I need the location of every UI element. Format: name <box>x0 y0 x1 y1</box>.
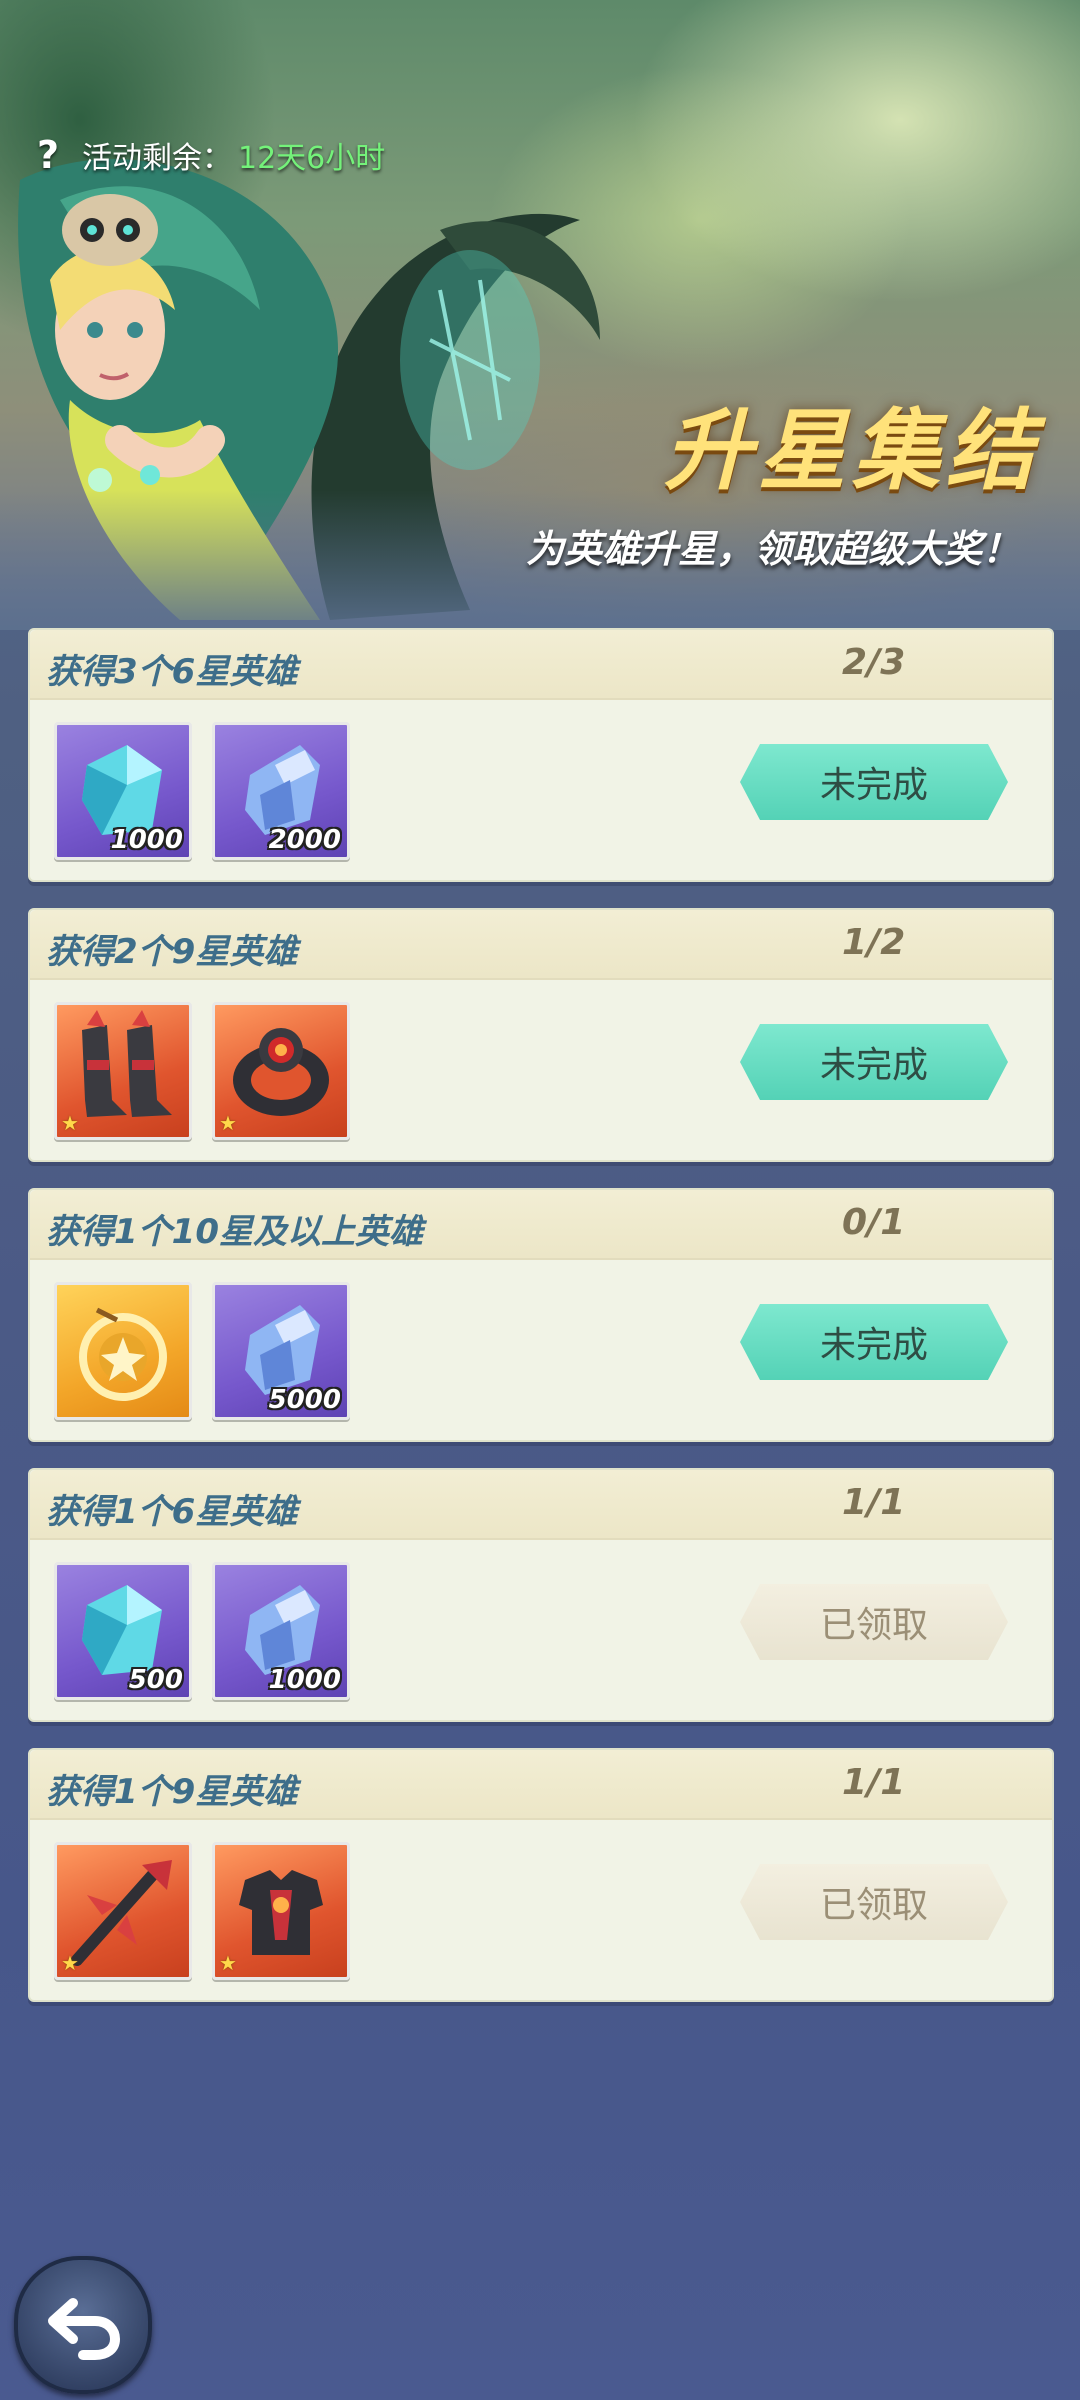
star-icon: ★ <box>219 1951 237 1975</box>
reward-list: ★ ★ <box>54 1002 350 1140</box>
timer-value: 12天6小时 <box>238 141 386 176</box>
event-timer: ? 活动剩余： 12天6小时 <box>28 132 385 178</box>
task-header: 获得1个6星英雄 1/1 <box>30 1470 1052 1540</box>
task-list: 获得3个6星英雄 2/3 1000 2000 未完成 获得2个9星英雄 1/2 … <box>28 628 1054 2028</box>
golden-amulet-icon[interactable] <box>54 1282 192 1420</box>
task-title: 获得1个6星英雄 <box>46 1492 298 1532</box>
event-title: 升星集结 <box>663 399 1040 502</box>
reward-quantity: 500 <box>128 1665 183 1695</box>
red-weapon-icon[interactable]: ★ <box>54 1842 192 1980</box>
reward-list: ★ ★ <box>54 1842 350 1980</box>
task-header: 获得1个9星英雄 1/1 <box>30 1750 1052 1820</box>
task-status-button[interactable]: 未完成 <box>740 1304 1008 1380</box>
task-progress: 0/1 <box>842 1202 906 1243</box>
crystal-shard-icon[interactable]: 2000 <box>212 722 350 860</box>
reward-quantity: 1000 <box>110 825 183 855</box>
red-boots-icon[interactable]: ★ <box>54 1002 192 1140</box>
task-title: 获得1个10星及以上英雄 <box>46 1212 423 1252</box>
back-arrow-icon <box>48 2298 121 2360</box>
task-status-button[interactable]: 已领取 <box>740 1584 1008 1660</box>
task-progress: 1/2 <box>842 922 906 963</box>
back-button[interactable] <box>14 2256 152 2394</box>
task-header: 获得3个6星英雄 2/3 <box>30 630 1052 700</box>
reward-quantity: 1000 <box>268 1665 341 1695</box>
task-title: 获得2个9星英雄 <box>46 932 298 972</box>
star-icon: ★ <box>219 1111 237 1135</box>
task-header: 获得1个10星及以上英雄 0/1 <box>30 1190 1052 1260</box>
star-icon: ★ <box>61 1111 79 1135</box>
crystal-shard-icon[interactable]: 5000 <box>212 1282 350 1420</box>
event-banner: ? 活动剩余： 12天6小时 升星集结 为英雄升星，领取超级大奖！ <box>0 0 1080 630</box>
dark-ring-icon[interactable]: ★ <box>212 1002 350 1140</box>
reward-quantity: 2000 <box>268 825 341 855</box>
task-card: 获得2个9星英雄 1/2 ★ ★ 未完成 <box>28 908 1054 1162</box>
reward-list: 500 1000 <box>54 1562 350 1700</box>
task-card: 获得3个6星英雄 2/3 1000 2000 未完成 <box>28 628 1054 882</box>
task-card: 获得1个6星英雄 1/1 500 1000 已领取 <box>28 1468 1054 1722</box>
timer-label: 活动剩余： <box>82 141 232 176</box>
task-card: 获得1个9星英雄 1/1 ★ ★ 已领取 <box>28 1748 1054 2002</box>
dark-armor-icon[interactable]: ★ <box>212 1842 350 1980</box>
event-subtitle: 为英雄升星，领取超级大奖！ <box>525 527 1020 571</box>
task-title: 获得1个9星英雄 <box>46 1772 298 1812</box>
blue-crystal-icon[interactable]: 1000 <box>54 722 192 860</box>
task-status-button[interactable]: 未完成 <box>740 744 1008 820</box>
task-header: 获得2个9星英雄 1/2 <box>30 910 1052 980</box>
task-title: 获得3个6星英雄 <box>46 652 298 692</box>
task-progress: 1/1 <box>842 1482 906 1523</box>
task-status-button[interactable]: 已领取 <box>740 1864 1008 1940</box>
star-icon: ★ <box>61 1951 79 1975</box>
reward-list: 1000 2000 <box>54 722 350 860</box>
question-mark-icon[interactable]: ? <box>28 133 68 177</box>
reward-quantity: 5000 <box>268 1385 341 1415</box>
blue-crystal-icon[interactable]: 500 <box>54 1562 192 1700</box>
task-progress: 2/3 <box>842 642 906 683</box>
task-status-button[interactable]: 未完成 <box>740 1024 1008 1100</box>
task-progress: 1/1 <box>842 1762 906 1803</box>
task-card: 获得1个10星及以上英雄 0/1 5000 未完成 <box>28 1188 1054 1442</box>
crystal-shard-icon[interactable]: 1000 <box>212 1562 350 1700</box>
reward-list: 5000 <box>54 1282 350 1420</box>
